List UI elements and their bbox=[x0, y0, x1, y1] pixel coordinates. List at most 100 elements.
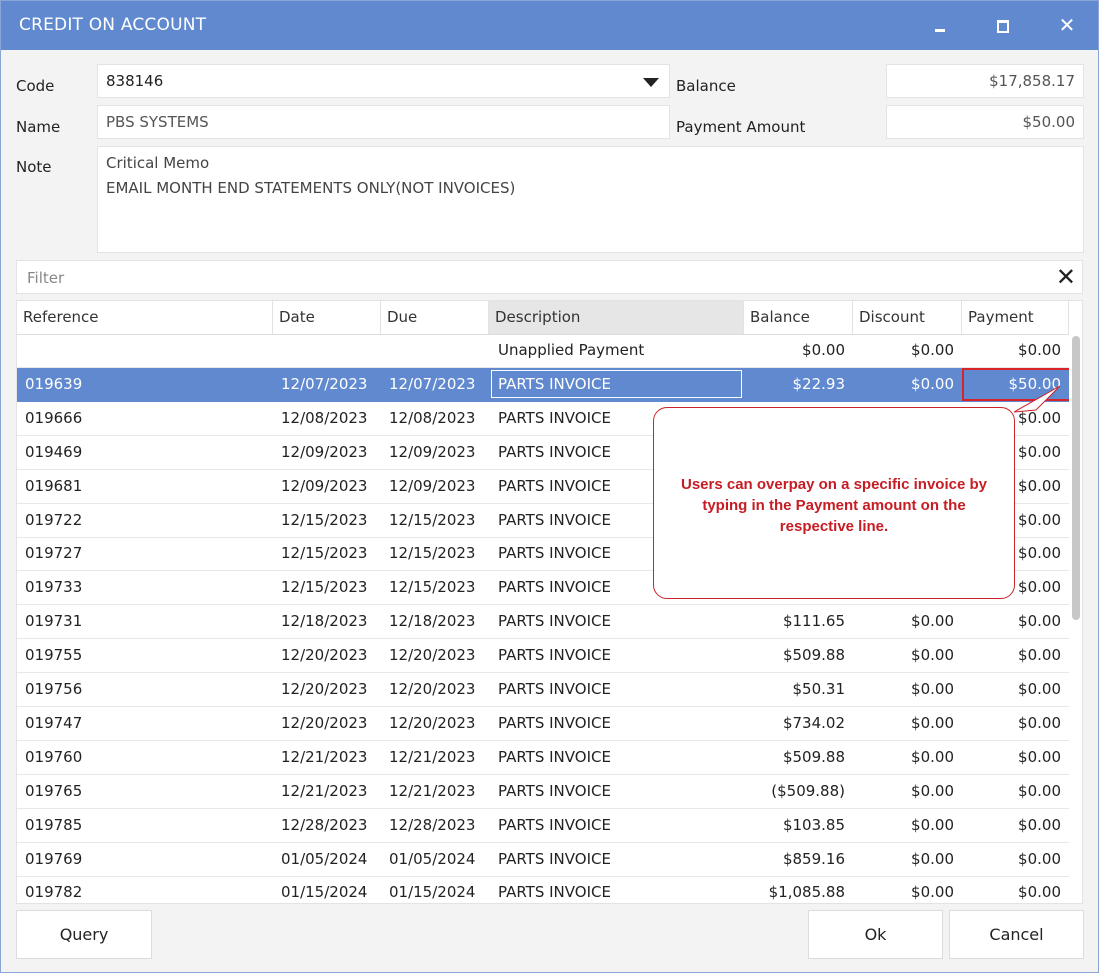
cell-payment[interactable]: $0.00 bbox=[1018, 809, 1061, 842]
cell-discount: $0.00 bbox=[911, 341, 954, 359]
column-header-discount[interactable]: Discount bbox=[853, 301, 962, 334]
cell-reference: 019722 bbox=[25, 510, 83, 529]
cell-reference: 019639 bbox=[25, 374, 83, 393]
cell-date: 12/20/2023 bbox=[281, 646, 368, 665]
balance-field: $17,858.17 bbox=[886, 64, 1084, 98]
maximize-icon[interactable] bbox=[975, 1, 1031, 50]
cell-payment[interactable]: $0.00 bbox=[1018, 537, 1061, 570]
invoice-table[interactable]: Reference Date Due Description Balance Discou… bbox=[16, 300, 1083, 904]
cell-balance: $734.02 bbox=[782, 713, 845, 732]
clear-filter-icon[interactable]: ✕ bbox=[1056, 263, 1076, 291]
cell-payment[interactable]: $0.00 bbox=[1018, 843, 1061, 876]
cell-discount: $0.00 bbox=[911, 680, 954, 698]
column-header-payment[interactable]: Payment bbox=[962, 301, 1069, 334]
cell-date: 12/28/2023 bbox=[281, 815, 368, 834]
table-row[interactable]: 019755 12/20/2023 12/20/2023 PARTS INVOICE $… bbox=[17, 639, 1069, 674]
cell-discount: $0.00 bbox=[911, 747, 954, 766]
code-dropdown[interactable]: 838146 bbox=[97, 64, 670, 98]
cell-payment[interactable]: $0.00 bbox=[1018, 605, 1061, 638]
cell-discount: $0.00 bbox=[911, 849, 954, 868]
payment-amount-field[interactable]: $50.00 bbox=[886, 105, 1084, 139]
table-row[interactable]: Unapplied Payment $0.00 $0.00 $0.00 bbox=[17, 334, 1069, 368]
cell-payment[interactable]: $0.00 bbox=[1018, 876, 1061, 903]
column-header-due[interactable]: Due bbox=[381, 301, 489, 334]
query-button[interactable]: Query bbox=[16, 910, 152, 959]
title-bar[interactable]: CREDIT ON ACCOUNT ✕ bbox=[1, 1, 1098, 50]
minimize-icon[interactable] bbox=[911, 1, 967, 50]
cell-payment[interactable]: $0.00 bbox=[1018, 707, 1061, 740]
cell-discount: $0.00 bbox=[911, 815, 954, 834]
cell-discount: $0.00 bbox=[911, 646, 954, 665]
cell-balance: $509.88 bbox=[782, 747, 845, 766]
name-field[interactable]: PBS SYSTEMS bbox=[97, 105, 670, 139]
cell-due: 12/15/2023 bbox=[389, 544, 476, 563]
filter-input[interactable]: Filter ✕ bbox=[16, 260, 1083, 294]
cell-description: PARTS INVOICE bbox=[498, 883, 611, 902]
cell-date: 12/15/2023 bbox=[281, 544, 368, 563]
close-icon[interactable]: ✕ bbox=[1039, 1, 1095, 50]
cell-reference: 019769 bbox=[25, 849, 83, 868]
cell-description: PARTS INVOICE bbox=[498, 442, 611, 461]
cell-date: 12/18/2023 bbox=[281, 612, 368, 631]
callout-pointer bbox=[1013, 385, 1061, 413]
cell-due: 12/20/2023 bbox=[389, 646, 476, 665]
cell-reference: 019747 bbox=[25, 713, 83, 732]
cell-reference: 019681 bbox=[25, 476, 83, 495]
table-row[interactable]: 019765 12/21/2023 12/21/2023 PARTS INVOICE (… bbox=[17, 775, 1069, 809]
cell-reference: 019785 bbox=[25, 815, 83, 834]
cell-description: PARTS INVOICE bbox=[498, 713, 611, 732]
cell-reference: 019782 bbox=[25, 883, 83, 902]
column-header-balance[interactable]: Balance bbox=[744, 301, 853, 334]
cell-payment[interactable]: $0.00 bbox=[1018, 436, 1061, 469]
cell-date: 12/08/2023 bbox=[281, 408, 368, 427]
cell-due: 12/09/2023 bbox=[389, 442, 476, 461]
cell-payment[interactable]: $0.00 bbox=[1018, 470, 1061, 503]
cell-date: 12/21/2023 bbox=[281, 747, 368, 766]
cell-payment[interactable]: $0.00 bbox=[1018, 741, 1061, 774]
name-label: Name bbox=[16, 118, 61, 136]
cell-payment[interactable]: $0.00 bbox=[1018, 504, 1061, 537]
column-header-reference[interactable]: Reference bbox=[17, 301, 273, 334]
column-header-description[interactable]: Description bbox=[489, 301, 744, 334]
cell-due: 12/28/2023 bbox=[389, 815, 476, 834]
table-row[interactable]: 019731 12/18/2023 12/18/2023 PARTS INVOICE $… bbox=[17, 605, 1069, 640]
table-row[interactable]: 019747 12/20/2023 12/20/2023 PARTS INVOICE $… bbox=[17, 707, 1069, 741]
column-header-date[interactable]: Date bbox=[273, 301, 381, 334]
cell-due: 12/15/2023 bbox=[389, 510, 476, 529]
cell-balance: $859.16 bbox=[782, 849, 845, 868]
cancel-button[interactable]: Cancel bbox=[949, 910, 1084, 959]
cell-description: PARTS INVOICE bbox=[498, 510, 611, 529]
cell-due: 12/18/2023 bbox=[389, 612, 476, 631]
cell-discount: $0.00 bbox=[911, 374, 954, 393]
table-header: Reference Date Due Description Balance Discou… bbox=[17, 301, 1069, 335]
cell-reference: 019469 bbox=[25, 442, 83, 461]
scrollbar-thumb[interactable] bbox=[1072, 336, 1080, 620]
cell-date: 01/05/2024 bbox=[281, 849, 368, 868]
cell-payment[interactable]: $0.00 bbox=[1018, 571, 1061, 604]
table-row[interactable]: 019769 01/05/2024 01/05/2024 PARTS INVOICE $… bbox=[17, 843, 1069, 877]
note-line: Critical Memo bbox=[106, 154, 210, 172]
cell-payment[interactable]: $0.00 bbox=[1018, 775, 1061, 808]
chevron-down-icon[interactable] bbox=[643, 78, 659, 87]
table-row[interactable]: 019782 01/15/2024 01/15/2024 PARTS INVOICE $… bbox=[17, 876, 1069, 903]
table-row[interactable]: 019760 12/21/2023 12/21/2023 PARTS INVOICE $… bbox=[17, 741, 1069, 775]
table-row[interactable]: 019639 12/07/2023 12/07/2023 PARTS INVOICE $… bbox=[17, 367, 1071, 402]
cell-payment[interactable]: $0.00 bbox=[1018, 639, 1061, 672]
payment-amount-value: $50.00 bbox=[1022, 113, 1076, 131]
balance-label: Balance bbox=[676, 77, 736, 95]
cell-reference: 019666 bbox=[25, 408, 83, 427]
description-edit-box[interactable] bbox=[491, 369, 742, 398]
cell-discount: $0.00 bbox=[911, 612, 954, 631]
code-label: Code bbox=[16, 77, 55, 95]
name-value: PBS SYSTEMS bbox=[106, 113, 209, 131]
cell-date: 12/07/2023 bbox=[281, 374, 368, 393]
table-row[interactable]: 019756 12/20/2023 12/20/2023 PARTS INVOICE $… bbox=[17, 673, 1069, 707]
credit-on-account-dialog: CREDIT ON ACCOUNT ✕ Code 838146 Balance … bbox=[0, 0, 1099, 973]
cell-payment[interactable]: $0.00 bbox=[1018, 334, 1061, 367]
table-row[interactable]: 019785 12/28/2023 12/28/2023 PARTS INVOICE $… bbox=[17, 809, 1069, 843]
cell-payment[interactable]: $0.00 bbox=[1018, 673, 1061, 706]
note-textarea[interactable]: Critical Memo EMAIL MONTH END STATEMENTS… bbox=[97, 146, 1084, 253]
cell-date: 01/15/2024 bbox=[281, 883, 368, 902]
filter-placeholder: Filter bbox=[27, 269, 65, 287]
ok-button[interactable]: Ok bbox=[808, 910, 943, 959]
